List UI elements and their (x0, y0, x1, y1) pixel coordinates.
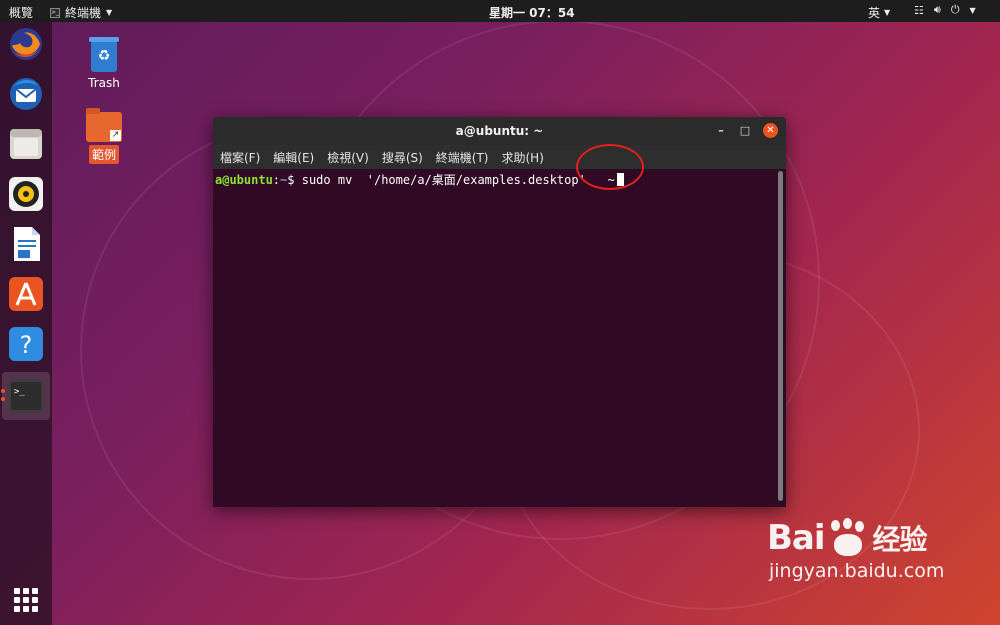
terminal-icon[interactable]: >_ (8, 378, 44, 414)
running-indicator (1, 389, 5, 393)
trash-desktop-icon[interactable]: ♻ Trash (74, 37, 134, 90)
svg-text:?: ? (20, 331, 33, 359)
input-method-menu[interactable]: 英 ▼ (868, 4, 890, 21)
minimize-icon[interactable]: – (715, 124, 727, 137)
chevron-down-icon: ▼ (106, 8, 113, 17)
network-icon: ☷ (914, 3, 924, 17)
prompt-user: a@ubuntu (215, 173, 273, 187)
input-method-label: 英 (868, 6, 881, 20)
menu-terminal[interactable]: 終端機(T) (436, 149, 489, 166)
trash-icon: ♻ (89, 37, 119, 72)
dock: ? >_ (0, 22, 52, 625)
maximize-icon[interactable]: □ (739, 124, 751, 137)
ubuntu-software-icon[interactable] (8, 276, 44, 312)
terminal-window: a@ubuntu: ~ – □ ✕ 檔案(F) 編輯(E) 檢視(V) 搜尋(S… (213, 117, 786, 507)
help-icon[interactable]: ? (8, 326, 44, 362)
svg-text:>_: >_ (14, 387, 25, 397)
terminal-titlebar[interactable]: a@ubuntu: ~ – □ ✕ (213, 117, 786, 145)
menu-file[interactable]: 檔案(F) (220, 149, 260, 166)
menu-help[interactable]: 求助(H) (502, 149, 544, 166)
typed-command: sudo mv '/home/a/桌面/examples.desktop' ~ (294, 173, 615, 187)
window-controls: – □ ✕ (715, 123, 778, 138)
link-arrow-icon: ↗ (110, 130, 121, 141)
running-indicator (1, 397, 5, 401)
app-menu[interactable]: >_ 終端機 ▼ (50, 4, 112, 21)
chevron-down-icon: ▼ (969, 5, 976, 15)
prompt-separator: : (272, 173, 281, 187)
thunderbird-icon[interactable] (8, 76, 44, 112)
paw-icon (827, 518, 871, 558)
libreoffice-writer-icon[interactable] (8, 226, 44, 262)
examples-folder-desktop-icon[interactable]: ↗ 範例 (74, 108, 134, 164)
prompt-symbol: $ (287, 173, 295, 187)
folder-icon: ↗ (86, 108, 122, 142)
command-line: a@ubuntu:~$ sudo mv '/home/a/桌面/examples… (215, 171, 784, 188)
examples-folder-label: 範例 (88, 145, 119, 164)
app-menu-label: 終端機 (65, 6, 102, 20)
rhythmbox-icon[interactable] (8, 176, 44, 212)
system-menu[interactable]: ☷ 🔊︎ ⏻ ▼ (914, 3, 976, 17)
menu-view[interactable]: 檢視(V) (327, 149, 369, 166)
files-icon[interactable] (8, 126, 44, 162)
baidu-logo: Bai 经验 (767, 518, 944, 558)
watermark-url: jingyan.baidu.com (769, 560, 945, 582)
terminal-menubar: 檔案(F) 編輯(E) 檢視(V) 搜尋(S) 終端機(T) 求助(H) (213, 145, 786, 169)
show-applications-icon[interactable] (14, 588, 38, 612)
activities-button[interactable]: 概覽 (9, 4, 33, 21)
watermark-brand: Bai (767, 518, 826, 558)
firefox-icon[interactable] (8, 26, 44, 62)
chevron-down-icon: ▼ (884, 8, 891, 17)
menu-edit[interactable]: 編輯(E) (273, 149, 314, 166)
top-bar: 概覽 >_ 終端機 ▼ 星期一 07：54 英 ▼ ☷ 🔊︎ ⏻ ▼ (0, 0, 1000, 22)
volume-icon: 🔊︎ (933, 3, 941, 16)
baidu-watermark: Bai 经验 jingyan.baidu.com (767, 518, 944, 582)
trash-label: Trash (88, 76, 120, 90)
terminal-output[interactable]: a@ubuntu:~$ sudo mv '/home/a/桌面/examples… (213, 144, 786, 507)
annotation-circle (576, 144, 644, 190)
power-icon: ⏻ (950, 3, 960, 16)
clock[interactable]: 星期一 07：54 (489, 4, 575, 21)
watermark-brand-suffix: 经验 (872, 523, 928, 556)
scrollbar[interactable] (778, 171, 783, 501)
terminal-app-icon: >_ (50, 7, 60, 18)
close-icon[interactable]: ✕ (763, 123, 778, 138)
menu-search[interactable]: 搜尋(S) (382, 149, 423, 166)
window-title: a@ubuntu: ~ (455, 124, 544, 138)
